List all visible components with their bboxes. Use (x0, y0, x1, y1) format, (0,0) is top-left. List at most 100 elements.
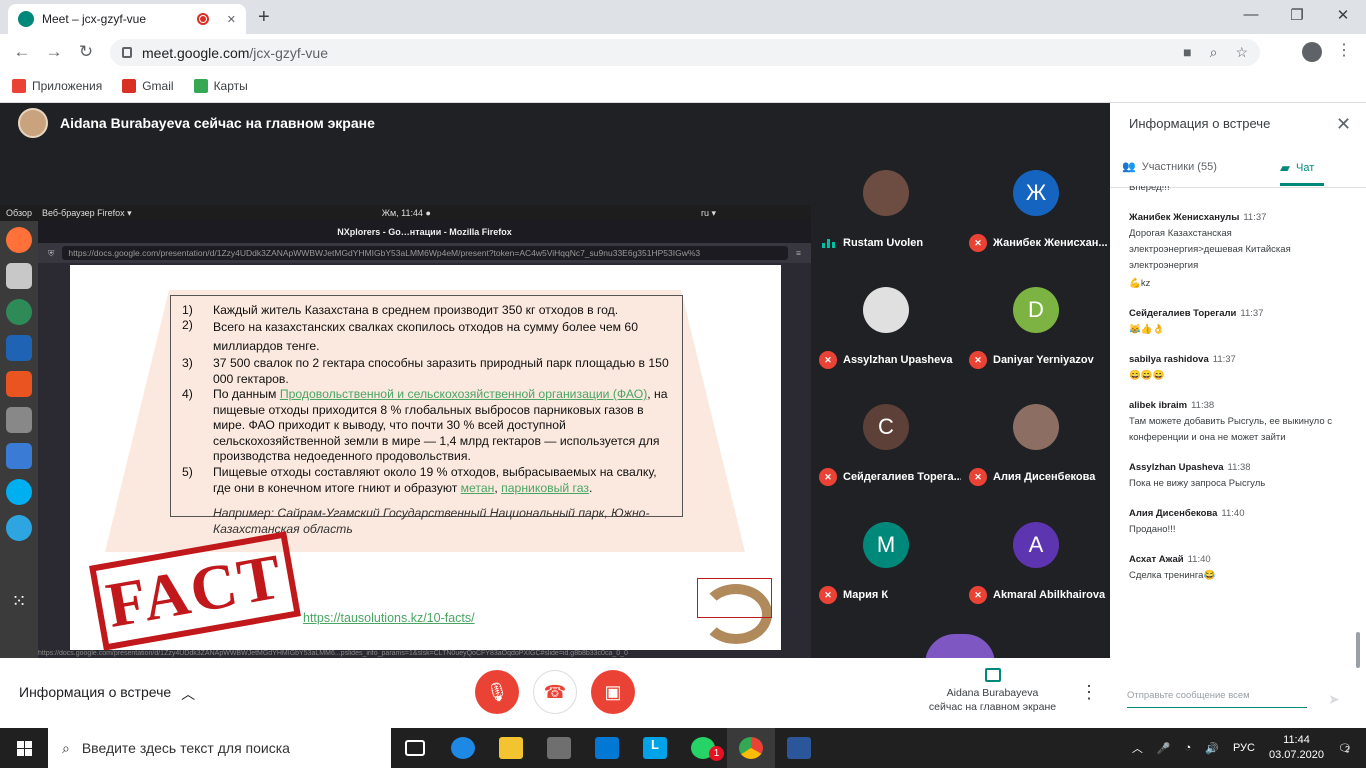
chat-text: Вперед!!! (1129, 186, 1170, 193)
start-button[interactable] (0, 728, 48, 768)
participant-tile[interactable]: A ✕ Akmaral Abilkhairova (961, 492, 1111, 610)
tab-chat[interactable]: ▰ Чат (1280, 160, 1314, 176)
profile-icon[interactable] (1302, 42, 1322, 62)
presenter-banner: Aidana Burabayeva сейчас на главном экра… (18, 108, 375, 138)
bookmark-gmail[interactable]: Gmail (122, 79, 174, 93)
chat-sender: Сейдегалиев Торегали (1129, 308, 1237, 319)
chat-text: Там можете добавить Рысгуль, ее выкинуло… (1129, 416, 1333, 443)
participant-name-row: ✕ Мария К (819, 586, 961, 604)
participant-tile[interactable]: D ✕ Daniyar Yerniyazov (961, 257, 1111, 375)
greenhouse-link[interactable]: парниковый газ (501, 481, 589, 495)
microphone-icon[interactable]: 🎤 (1157, 742, 1171, 755)
firefox-status-url: https://docs.google.com/presentation/d/1… (38, 650, 798, 658)
bookmark-apps[interactable]: Приложения (12, 79, 102, 93)
fao-link[interactable]: Продовольственной и сельскохозяйственной… (280, 387, 647, 401)
chat-scrollbar[interactable] (1356, 632, 1360, 668)
participant-name: Assylzhan Upasheva (843, 354, 953, 366)
send-icon[interactable]: ➤ (1328, 691, 1340, 708)
firefox-menu-icon: ≡ (796, 248, 801, 258)
whatsapp-icon[interactable]: 1 (679, 728, 727, 768)
volume-icon[interactable]: 🔊 (1205, 742, 1219, 755)
tab-chat-label: Чат (1296, 162, 1315, 174)
chrome-menu-icon[interactable]: ⋮ (1336, 40, 1352, 60)
participant-tile[interactable]: ✕ Assylzhan Upasheva (811, 257, 961, 375)
edge-icon[interactable] (439, 728, 487, 768)
presenter-avatar (18, 108, 48, 138)
panel-close-icon[interactable]: ✕ (1336, 114, 1351, 135)
firefox-urlbar: ⛨ https://docs.google.com/presentation/d… (38, 243, 811, 263)
wifi-icon[interactable]: ◔ (1185, 742, 1192, 754)
participant-name: Мария К (843, 589, 889, 601)
reload-icon[interactable]: ↻ (70, 42, 102, 62)
system-tray: ︿ 🎤 ◔ 🔊 РУС 11:44 03.07.2020 🗨 2 (1132, 733, 1366, 763)
tab-participants[interactable]: 👥 Участники (55) (1122, 160, 1217, 174)
chat-input[interactable]: Отправьте сообщение всем (1127, 690, 1307, 708)
l-app-icon[interactable]: L (631, 728, 679, 768)
bookmark-label: Карты (213, 79, 248, 93)
mic-muted-icon: ✕ (819, 351, 837, 369)
window-close-icon[interactable]: ✕ (1320, 6, 1366, 24)
people-icon: 👥 (1122, 161, 1136, 173)
participant-tile[interactable]: Ж ✕ Жанибек Женисхан... (961, 140, 1111, 258)
word-icon[interactable] (775, 728, 823, 768)
address-bar[interactable]: meet.google.com/jcx-gzyf-vue ■ ⌕ ☆ (110, 39, 1260, 66)
maximize-icon[interactable]: ❐ (1274, 6, 1320, 24)
gnome-overview: Обзор (6, 208, 32, 218)
minimize-icon[interactable]: — (1228, 6, 1274, 23)
presenting-desc: сейчас на главном экране (928, 701, 1057, 713)
firefox-icon (6, 227, 32, 253)
chat-time: 11:40 (1187, 554, 1211, 565)
meeting-info-button[interactable]: Информация о встрече ︿ (19, 684, 195, 704)
camera-icon[interactable]: ■ (1183, 44, 1191, 61)
mic-toggle-button[interactable]: 🎙 (475, 670, 519, 714)
taskbar-search[interactable]: ⌕ Введите здесь текст для поиска (48, 728, 391, 768)
participant-tile[interactable]: С ✕ Сейдегалиев Торега... (811, 374, 961, 492)
writer-icon (6, 335, 32, 361)
more-options-icon[interactable]: ⋮ (1080, 682, 1098, 703)
language-indicator[interactable]: РУС (1233, 742, 1255, 754)
gnome-clock: Жм, 11:44 ● (381, 208, 431, 218)
fact-text: Пищевые отходы составляют около 19 % отх… (213, 465, 672, 496)
mic-muted-icon: ✕ (819, 468, 837, 486)
mail-icon[interactable] (583, 728, 631, 768)
firefox-titlebar: NXplorers - Go…нтации - Mozilla Firefox (38, 221, 811, 243)
fact-text: 37 500 свалок по 2 гектара способны зара… (213, 356, 669, 386)
explorer-icon[interactable] (487, 728, 535, 768)
chat-text: Продано!!! (1129, 524, 1176, 535)
clock[interactable]: 11:44 03.07.2020 (1269, 733, 1324, 763)
source-link[interactable]: https://tausolutions.kz/10-facts/ (303, 611, 475, 625)
bookmark-maps[interactable]: Карты (193, 79, 248, 93)
methane-link[interactable]: метан (461, 481, 495, 495)
store-icon[interactable] (535, 728, 583, 768)
bookmarks-bar: Приложения Gmail Карты (0, 70, 1366, 103)
participant-name: Алия Дисенбекова (993, 471, 1096, 483)
camera-toggle-button[interactable]: ▣ (591, 670, 635, 714)
browser-tab[interactable]: Meet – jcx-gzyf-vue ✕ (8, 4, 246, 34)
presenting-status[interactable]: Aidana Burabayeva сейчас на главном экра… (920, 668, 1065, 714)
zoom-icon[interactable]: ⌕ (1210, 44, 1218, 61)
bookmark-label: Приложения (32, 79, 103, 93)
chat-sender-row: sabilya rashidova 11:37 (1129, 352, 1339, 368)
participant-tile[interactable]: Rustam Uvolen (811, 140, 961, 258)
participant-tile[interactable]: ✕ Алия Дисенбекова (961, 374, 1111, 492)
leave-call-button[interactable]: ☎ (533, 670, 577, 714)
chat-message: sabilya rashidova 11:37 😄😄😄 (1129, 352, 1339, 384)
maps-icon (193, 79, 208, 93)
tray-chevron-icon[interactable]: ︿ (1132, 740, 1143, 756)
chat-message: Жанибек Женисханулы 11:37 Дорогая Казахста… (1129, 210, 1339, 274)
camera-off-icon: ▣ (604, 681, 622, 702)
tab-title: Meet – jcx-gzyf-vue (42, 12, 147, 26)
back-icon[interactable]: ← (6, 42, 38, 62)
tab-close-icon[interactable]: ✕ (227, 13, 236, 26)
participant-tile[interactable]: М ✕ Мария К (811, 492, 961, 610)
task-view-icon[interactable] (391, 728, 439, 768)
notifications-icon[interactable]: 🗨 2 (1338, 742, 1352, 755)
forward-icon[interactable]: → (38, 42, 70, 62)
chat-text: Дорогая Казахстанская электроэнергия>деш… (1129, 228, 1291, 271)
chat-icon: ▰ (1280, 160, 1290, 175)
skype-icon (6, 479, 32, 505)
chat-sender-row: Алия Дисенбекова 11:40 (1129, 506, 1339, 522)
star-icon[interactable]: ☆ (1235, 44, 1248, 61)
chrome-icon[interactable] (727, 728, 775, 768)
new-tab-button[interactable]: + (258, 6, 270, 29)
